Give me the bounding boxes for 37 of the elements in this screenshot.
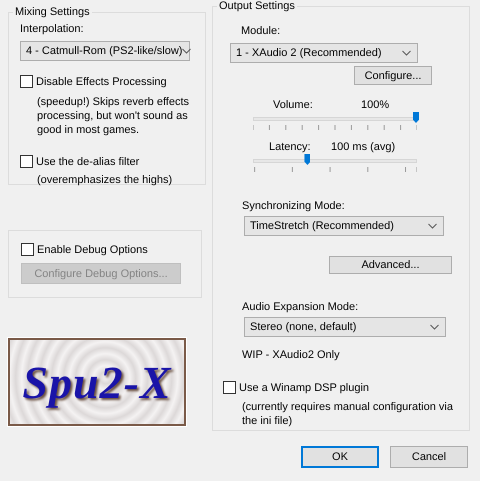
configure-button[interactable]: Configure... (354, 66, 432, 85)
caret-icon (430, 324, 439, 330)
checkbox-label[interactable]: Disable Effects Processing (36, 76, 167, 88)
dropdown[interactable]: Stereo (none, default) (244, 317, 446, 337)
checkbox[interactable] (223, 381, 236, 394)
caret-icon (182, 48, 192, 54)
field-label: Module: (241, 24, 282, 38)
advanced-button[interactable]: Advanced... (329, 256, 452, 274)
field-label: Interpolation: (20, 22, 85, 36)
dialog-button[interactable]: OK (301, 446, 379, 468)
caret-icon (402, 50, 411, 56)
expansion-note: WIP - XAudio2 Only (242, 348, 341, 362)
checkbox[interactable] (21, 243, 34, 256)
checkbox-label[interactable]: Enable Debug Options (37, 244, 148, 256)
field-label: Audio Expansion Mode: (242, 300, 360, 314)
option-description: (currently requires manual configuration via the ini file) (242, 400, 454, 428)
option-description: (overemphasizes the highs) (37, 173, 174, 187)
checkbox[interactable] (20, 75, 33, 88)
checkbox-label[interactable]: Use a Winamp DSP plugin (239, 382, 370, 394)
option-description: (speedup!) Skips reverb effects processing, but won't sound as good in most games. (37, 95, 190, 137)
group-title: Output Settings (218, 0, 296, 13)
slider-value: 100% (361, 98, 390, 112)
caret-icon (428, 223, 437, 229)
dropdown[interactable]: TimeStretch (Recommended) (244, 216, 444, 236)
slider-label: Volume: (273, 98, 313, 112)
slider-thumb[interactable] (304, 154, 310, 165)
dropdown[interactable]: 1 - XAudio 2 (Recommended) (230, 43, 418, 63)
logo-text: Spu2-X (22, 356, 172, 408)
field-label: Synchronizing Mode: (242, 199, 346, 213)
slider-value: 100 ms (avg) (331, 140, 396, 154)
checkbox[interactable] (20, 155, 33, 168)
dropdown[interactable]: 4 - Catmull-Rom (PS2-like/slow) (20, 41, 190, 61)
checkbox-label[interactable]: Use the de-alias filter (36, 156, 140, 168)
group-title: Mixing Settings (14, 5, 91, 19)
slider-thumb[interactable] (413, 112, 419, 123)
slider-label: Latency: (269, 140, 311, 154)
dialog-button[interactable]: Cancel (390, 446, 468, 468)
